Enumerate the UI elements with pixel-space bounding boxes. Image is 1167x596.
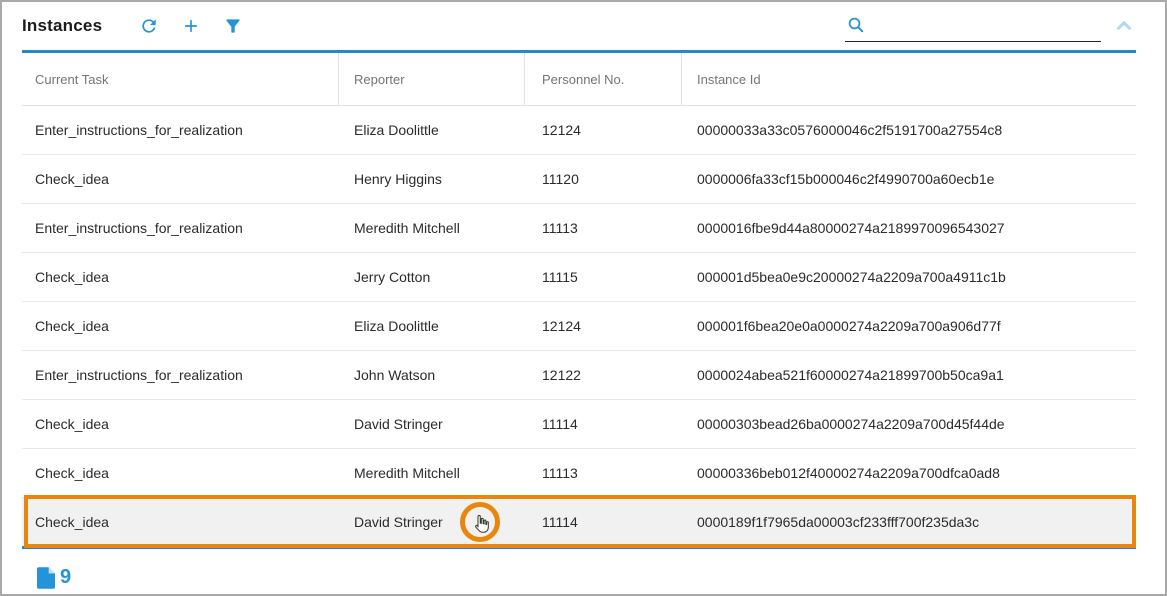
footer: 9 [2,549,1165,589]
record-count: 9 [60,566,71,589]
table-row[interactable]: Check_idea David Stringer 11114 00000303… [22,400,1136,449]
cell-current-task: Check_idea [22,514,339,530]
cell-current-task: Check_idea [22,318,339,334]
search-box [845,10,1101,42]
cell-instance-id: 0000006fa33cf15b000046c2f4990700a60ecb1e [682,171,1136,187]
table-row[interactable]: Check_idea Jerry Cotton 11115 000001d5be… [22,253,1136,302]
cell-instance-id: 0000189f1f7965da00003cf233fff700f235da3c [682,514,1136,530]
cell-reporter: John Watson [339,367,525,383]
cell-current-task: Enter_instructions_for_realization [22,122,339,138]
filter-funnel-icon [223,16,243,36]
click-indicator [460,502,500,542]
cell-reporter: Eliza Doolittle [339,318,525,334]
table-row[interactable]: Enter_instructions_for_realization Mered… [22,204,1136,253]
instances-panel: Instances [0,0,1167,596]
page-title: Instances [22,16,102,36]
cell-instance-id: 00000303bead26ba0000274a2209a700d45f44de [682,416,1136,432]
cell-reporter: David Stringer [339,416,525,432]
cell-personnel-no: 11114 [525,416,682,432]
cell-personnel-no: 11115 [525,269,682,285]
cell-personnel-no: 12124 [525,122,682,138]
column-header-personnel-no: Personnel No. [525,53,682,105]
cell-instance-id: 000001f6bea20e0a0000274a2209a700a906d77f [682,318,1136,334]
column-header-instance-id: Instance Id [682,53,1136,105]
cell-instance-id: 00000033a33c0576000046c2f5191700a27554c8 [682,122,1136,138]
cell-personnel-no: 11113 [525,220,682,236]
cell-current-task: Check_idea [22,416,339,432]
table-body: Enter_instructions_for_realization Eliza… [22,106,1136,546]
toolbar: Instances [2,2,1165,50]
cell-current-task: Enter_instructions_for_realization [22,367,339,383]
table-row[interactable]: Check_idea Meredith Mitchell 11113 00000… [22,449,1136,498]
filter-button[interactable] [223,16,243,36]
plus-icon [181,16,201,36]
cell-reporter: Meredith Mitchell [339,220,525,236]
table-row[interactable]: Enter_instructions_for_realization John … [22,351,1136,400]
table-row[interactable]: Enter_instructions_for_realization Eliza… [22,106,1136,155]
cell-reporter: Eliza Doolittle [339,122,525,138]
cell-personnel-no: 11114 [525,514,682,530]
chevron-up-icon [1113,15,1135,37]
table-header-row: Current Task Reporter Personnel No. Inst… [22,53,1136,106]
table-row[interactable]: Check_idea Henry Higgins 11120 0000006fa… [22,155,1136,204]
column-header-reporter: Reporter [339,53,525,105]
cell-instance-id: 0000016fbe9d44a80000274a2189970096543027 [682,220,1136,236]
cell-reporter: Meredith Mitchell [339,465,525,481]
refresh-button[interactable] [139,16,159,36]
cell-instance-id: 00000336beb012f40000274a2209a700dfca0ad8 [682,465,1136,481]
collapse-button[interactable] [1113,15,1135,37]
table-row[interactable]: Check_idea Eliza Doolittle 12124 000001f… [22,302,1136,351]
cell-personnel-no: 11113 [525,465,682,481]
table-row[interactable]: Check_idea David Stringer 11114 0000189f… [22,498,1136,546]
cell-personnel-no: 12124 [525,318,682,334]
hand-cursor-icon [468,510,492,534]
cell-instance-id: 0000024abea521f60000274a21899700b50ca9a1 [682,367,1136,383]
add-button[interactable] [181,16,201,36]
column-header-current-task: Current Task [22,53,339,105]
cell-current-task: Enter_instructions_for_realization [22,220,339,236]
cell-current-task: Check_idea [22,171,339,187]
cell-instance-id: 000001d5bea0e9c20000274a2209a700a4911c1b [682,269,1136,285]
search-icon [845,16,872,35]
cell-current-task: Check_idea [22,465,339,481]
search-input[interactable] [872,16,1101,34]
cell-personnel-no: 11120 [525,171,682,187]
refresh-icon [139,16,159,36]
document-icon [37,567,55,589]
cell-personnel-no: 12122 [525,367,682,383]
cell-reporter: Henry Higgins [339,171,525,187]
cell-current-task: Check_idea [22,269,339,285]
instances-table: Current Task Reporter Personnel No. Inst… [22,50,1136,549]
cell-reporter: Jerry Cotton [339,269,525,285]
